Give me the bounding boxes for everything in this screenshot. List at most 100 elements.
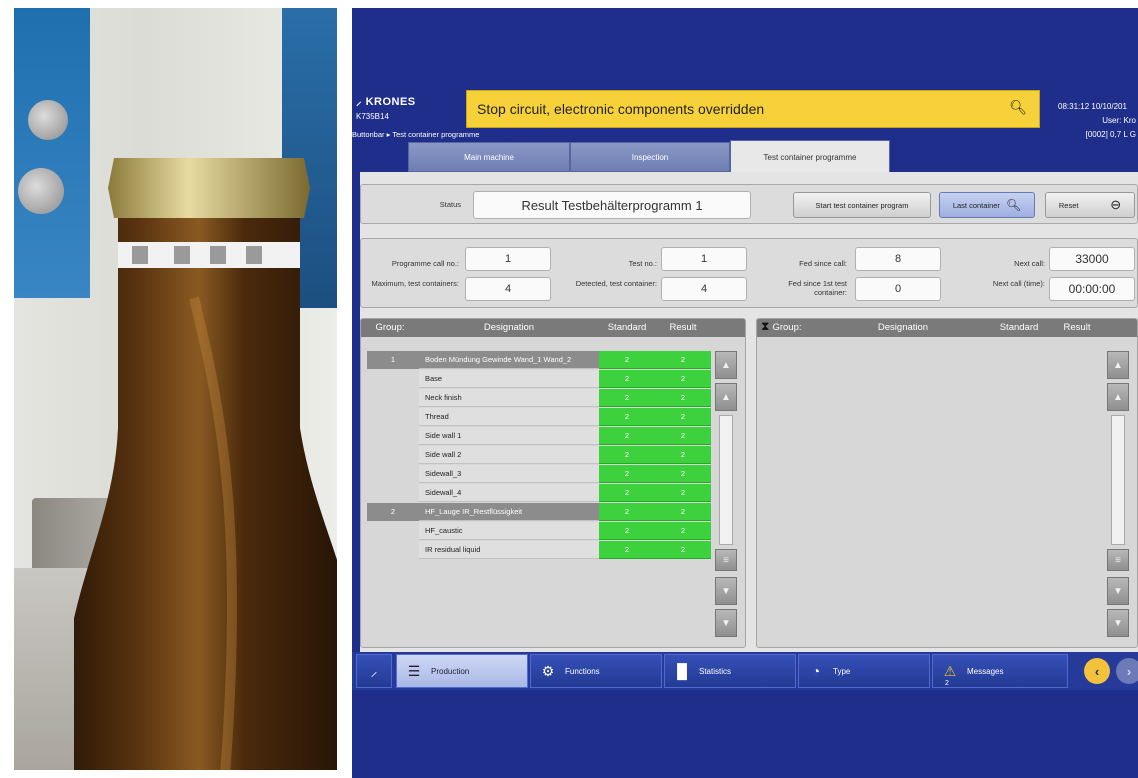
hourglass-icon: ⧗	[761, 319, 770, 333]
statistics-icon: ▐▌	[672, 663, 692, 679]
test-no-field: 1	[661, 247, 747, 271]
alarm-banner[interactable]: Stop circuit, electronic components over…	[466, 90, 1040, 128]
status-field: Result Testbehälterprogramm 1	[473, 191, 751, 219]
result-cell: 2	[655, 351, 711, 369]
forward-arrow-button[interactable]: ›	[1116, 658, 1138, 684]
col-group: Group:	[375, 322, 405, 333]
tab-test-container-programme[interactable]: Test container programme	[730, 140, 890, 174]
standard-cell: 2	[599, 351, 655, 369]
start-test-container-button[interactable]: Start test container program	[793, 192, 931, 218]
user-label: User: Kro	[1102, 116, 1136, 125]
group-cell	[367, 484, 419, 502]
group-cell: 2	[367, 503, 419, 521]
next-call-label: Next call:	[1014, 259, 1045, 268]
status-label: Status	[439, 200, 461, 209]
table-header: Group: Designation Standard Result	[757, 319, 1137, 337]
max-test-label: Maximum, test containers:	[371, 279, 459, 288]
reset-icon: ⊖	[1110, 197, 1122, 212]
scroll-top-button[interactable]: ▲	[715, 351, 737, 379]
type-icon: ◔	[811, 663, 821, 679]
scroll-up-button[interactable]: ▲	[715, 383, 737, 411]
content-panel: Status Result Testbehälterprogramm 1 Sta…	[360, 172, 1138, 658]
fed-since-first-field: 0	[855, 277, 941, 301]
group-cell	[367, 427, 419, 445]
krones-logo: ⸝ KRONES K735B14	[356, 94, 456, 134]
result-cell: 2	[655, 541, 711, 559]
designation-cell: Side wall 1	[419, 427, 599, 445]
scroll-up-button[interactable]: ▲	[1107, 383, 1129, 411]
messages-count: 2	[945, 680, 949, 687]
col-standard: Standard	[607, 322, 647, 333]
breadcrumb[interactable]: Buttonbar ▸ Test container programme	[352, 130, 479, 139]
standard-cell: 2	[599, 446, 655, 464]
start-test-container-label: Start test container program	[815, 200, 909, 210]
group-cell	[367, 408, 419, 426]
hmi-screen: ⸝ KRONES K735B14 Stop circuit, electroni…	[352, 8, 1138, 778]
group-cell	[367, 465, 419, 483]
group-cell	[367, 389, 419, 407]
home-button[interactable]: ⸝	[356, 654, 392, 688]
standard-cell: 2	[599, 522, 655, 540]
max-test-field: 4	[465, 277, 551, 301]
nav-statistics[interactable]: ▐▌ Statistics	[664, 654, 796, 688]
nav-functions[interactable]: ⚙ Functions	[530, 654, 662, 688]
designation-cell: Sidewall_4	[419, 484, 599, 502]
fed-since-first-label: Fed since 1st test container:	[788, 279, 847, 297]
standard-cell: 2	[599, 503, 655, 521]
designation-cell: Boden Mündung Gewinde Wand_1 Wand_2	[419, 351, 599, 369]
functions-icon: ⚙	[541, 662, 555, 679]
nav-production[interactable]: ☰ Production	[396, 654, 528, 688]
scroll-thumb[interactable]: ≡	[1107, 549, 1129, 571]
results-table-2: Group: Designation Standard Result ⧗ ▲ ▲…	[756, 318, 1138, 648]
reset-button[interactable]: Reset ⊖	[1045, 192, 1135, 218]
standard-cell: 2	[599, 389, 655, 407]
tab-main-machine[interactable]: Main machine	[408, 142, 570, 172]
nav-functions-label: Functions	[565, 666, 600, 676]
designation-cell: Thread	[419, 408, 599, 426]
last-container-button[interactable]: Last container 🔍︎	[939, 192, 1035, 218]
scroll-track[interactable]	[719, 415, 733, 545]
scroll-top-button[interactable]: ▲	[1107, 351, 1129, 379]
standard-cell: 2	[599, 408, 655, 426]
counters-box: Programme call no.: 1 Maximum, test cont…	[360, 238, 1138, 308]
nav-type[interactable]: ◔ Type	[798, 654, 930, 688]
result-cell: 2	[655, 484, 711, 502]
col-designation: Designation	[483, 322, 535, 333]
group-cell	[367, 522, 419, 540]
bottle-photo	[14, 8, 337, 770]
col-result: Result	[1063, 322, 1091, 333]
col-designation: Designation	[877, 322, 929, 333]
scroll-down-button[interactable]: ▼	[1107, 577, 1129, 605]
tab-inspection[interactable]: Inspection	[570, 142, 730, 172]
zoom-icon[interactable]: 🔍︎	[1009, 99, 1027, 116]
scroll-track[interactable]	[1111, 415, 1125, 545]
test-no-label: Test no.:	[628, 259, 657, 268]
product-label: [0002] 0,7 L G	[1085, 130, 1136, 139]
back-arrow-button[interactable]: ‹	[1084, 658, 1110, 684]
nav-statistics-label: Statistics	[699, 666, 732, 676]
standard-cell: 2	[599, 465, 655, 483]
brand-text: KRONES	[365, 96, 416, 108]
next-call-field: 33000	[1049, 247, 1135, 271]
fed-since-call-field: 8	[855, 247, 941, 271]
scroll-bottom-button[interactable]: ▼	[715, 609, 737, 637]
nav-messages-label: Messages	[967, 666, 1004, 676]
scroll-down-button[interactable]: ▼	[715, 577, 737, 605]
scroll-thumb[interactable]: ≡	[715, 549, 737, 571]
fed-since-call-label: Fed since call:	[799, 259, 847, 268]
zoom-icon: 🔍︎	[1005, 198, 1022, 212]
result-cell: 2	[655, 465, 711, 483]
programme-call-label: Programme call no.:	[391, 259, 459, 268]
header-info: 08:31:12 10/10/201 User: Kro [0002] 0,7 …	[1058, 100, 1138, 142]
nav-messages[interactable]: ⚠ 2 Messages	[932, 654, 1068, 688]
group-cell	[367, 446, 419, 464]
scroll-bottom-button[interactable]: ▼	[1107, 609, 1129, 637]
group-cell	[367, 370, 419, 388]
designation-cell: Base	[419, 370, 599, 388]
result-cell: 2	[655, 370, 711, 388]
next-call-time-field: 00:00:00	[1049, 277, 1135, 301]
table-header: Group: Designation Standard Result	[361, 319, 745, 337]
designation-cell: HF_caustic	[419, 522, 599, 540]
nav-type-label: Type	[833, 666, 851, 676]
group-cell: 1	[367, 351, 419, 369]
